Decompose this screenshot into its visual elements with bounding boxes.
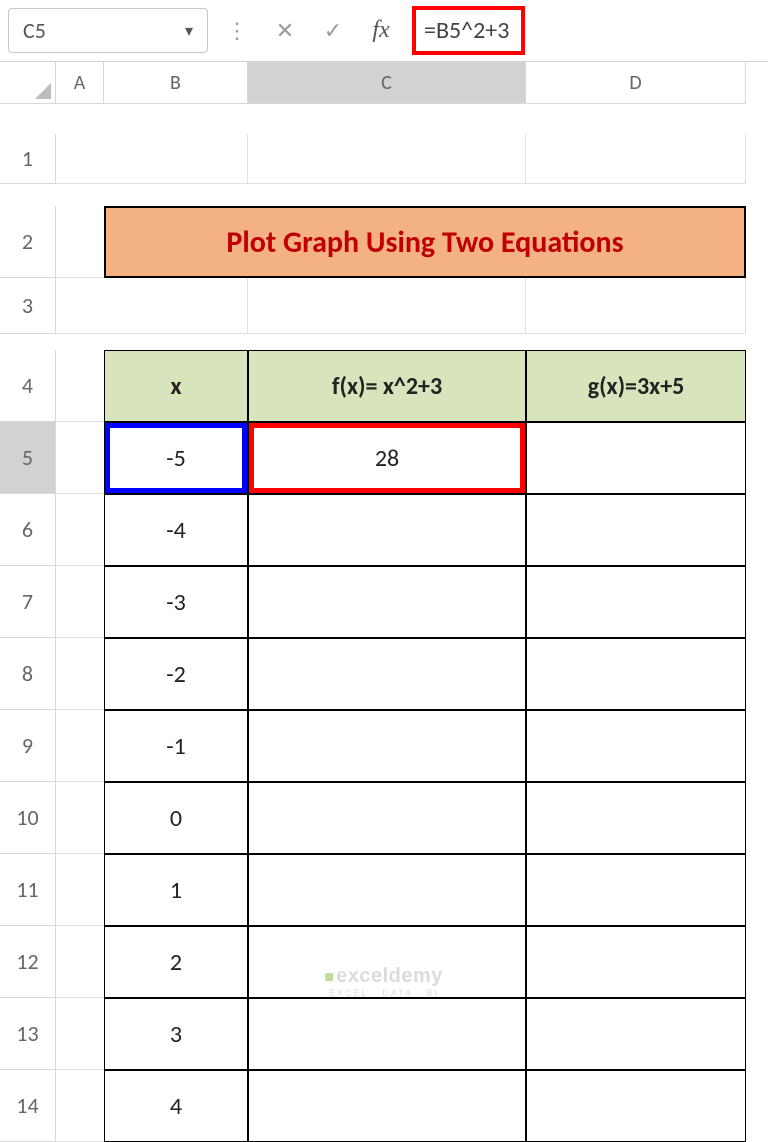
- name-box-value: C5: [23, 17, 46, 44]
- row-header-1[interactable]: 1: [0, 134, 56, 184]
- col-header-D[interactable]: D: [526, 62, 746, 104]
- cell-B6[interactable]: -4: [104, 494, 248, 566]
- formula-bar-buttons: ⋮ ✕ ✓ fx: [214, 0, 404, 61]
- formula-bar: C5 ▾ ⋮ ✕ ✓ fx =B5^2+3: [0, 0, 768, 62]
- row-header-12[interactable]: 12: [0, 926, 56, 998]
- cell-C13[interactable]: [248, 998, 526, 1070]
- cell-D5[interactable]: [526, 422, 746, 494]
- row-header-11[interactable]: 11: [0, 854, 56, 926]
- cell-A5[interactable]: [56, 422, 104, 494]
- cell-D1[interactable]: [526, 134, 746, 184]
- cell-B10[interactable]: 0: [104, 782, 248, 854]
- cell-A10[interactable]: [56, 782, 104, 854]
- row-header-2[interactable]: 2: [0, 206, 56, 278]
- cell-D14[interactable]: [526, 1070, 746, 1142]
- cell-C14[interactable]: [248, 1070, 526, 1142]
- spreadsheet-grid: A B C D 1 2 Plot Graph Using Two Equatio…: [0, 62, 768, 1142]
- cell-D11[interactable]: [526, 854, 746, 926]
- cell-D8[interactable]: [526, 638, 746, 710]
- cell-C12[interactable]: [248, 926, 526, 998]
- row-header-9[interactable]: 9: [0, 710, 56, 782]
- chevron-down-icon[interactable]: ▾: [185, 21, 193, 41]
- row-header-13[interactable]: 13: [0, 998, 56, 1070]
- formula-text: =B5^2+3: [412, 6, 525, 55]
- cell-B9[interactable]: -1: [104, 710, 248, 782]
- enter-icon[interactable]: ✓: [318, 17, 348, 44]
- cell-C3[interactable]: [248, 278, 526, 334]
- cell-B1[interactable]: [104, 134, 248, 184]
- cell-A8[interactable]: [56, 638, 104, 710]
- cell-A14[interactable]: [56, 1070, 104, 1142]
- formula-input[interactable]: =B5^2+3: [404, 0, 768, 61]
- cell-B13[interactable]: 3: [104, 998, 248, 1070]
- row-header-6[interactable]: 6: [0, 494, 56, 566]
- row-header-3[interactable]: 3: [0, 278, 56, 334]
- row-header-8[interactable]: 8: [0, 638, 56, 710]
- cell-C6[interactable]: [248, 494, 526, 566]
- cell-A4[interactable]: [56, 350, 104, 422]
- cell-A9[interactable]: [56, 710, 104, 782]
- row-header-5[interactable]: 5: [0, 422, 56, 494]
- cell-B5[interactable]: -5: [104, 422, 248, 494]
- fx-icon[interactable]: fx: [366, 17, 396, 44]
- cell-D6[interactable]: [526, 494, 746, 566]
- cell-A2[interactable]: [56, 206, 104, 278]
- cell-A11[interactable]: [56, 854, 104, 926]
- cell-C5[interactable]: 28: [248, 422, 526, 494]
- name-box[interactable]: C5 ▾: [8, 8, 208, 53]
- cell-D13[interactable]: [526, 998, 746, 1070]
- cell-C8[interactable]: [248, 638, 526, 710]
- col-header-B[interactable]: B: [104, 62, 248, 104]
- cell-C7[interactable]: [248, 566, 526, 638]
- cell-A7[interactable]: [56, 566, 104, 638]
- vertical-dots-icon: ⋮: [222, 17, 252, 44]
- title-cell[interactable]: Plot Graph Using Two Equations: [104, 206, 746, 278]
- cell-D12[interactable]: [526, 926, 746, 998]
- col-header-A[interactable]: A: [56, 62, 104, 104]
- header-fx[interactable]: f(x)= x^2+3: [248, 350, 526, 422]
- cell-D10[interactable]: [526, 782, 746, 854]
- header-gx[interactable]: g(x)=3x+5: [526, 350, 746, 422]
- row-header-10[interactable]: 10: [0, 782, 56, 854]
- cell-B12[interactable]: 2: [104, 926, 248, 998]
- cell-D7[interactable]: [526, 566, 746, 638]
- cell-A12[interactable]: [56, 926, 104, 998]
- row-header-4[interactable]: 4: [0, 350, 56, 422]
- col-header-C[interactable]: C: [248, 62, 526, 104]
- cell-C10[interactable]: [248, 782, 526, 854]
- cell-B3[interactable]: [104, 278, 248, 334]
- cell-B8[interactable]: -2: [104, 638, 248, 710]
- row-header-7[interactable]: 7: [0, 566, 56, 638]
- cell-B14[interactable]: 4: [104, 1070, 248, 1142]
- row-header-14[interactable]: 14: [0, 1070, 56, 1142]
- cancel-icon[interactable]: ✕: [270, 17, 300, 44]
- cell-B7[interactable]: -3: [104, 566, 248, 638]
- cell-C11[interactable]: [248, 854, 526, 926]
- cell-A13[interactable]: [56, 998, 104, 1070]
- cell-B11[interactable]: 1: [104, 854, 248, 926]
- cell-A3[interactable]: [56, 278, 104, 334]
- cell-C9[interactable]: [248, 710, 526, 782]
- cell-D9[interactable]: [526, 710, 746, 782]
- cell-D3[interactable]: [526, 278, 746, 334]
- cell-C1[interactable]: [248, 134, 526, 184]
- cell-A6[interactable]: [56, 494, 104, 566]
- select-all-corner[interactable]: [0, 62, 56, 104]
- header-x[interactable]: x: [104, 350, 248, 422]
- cell-A1[interactable]: [56, 134, 104, 184]
